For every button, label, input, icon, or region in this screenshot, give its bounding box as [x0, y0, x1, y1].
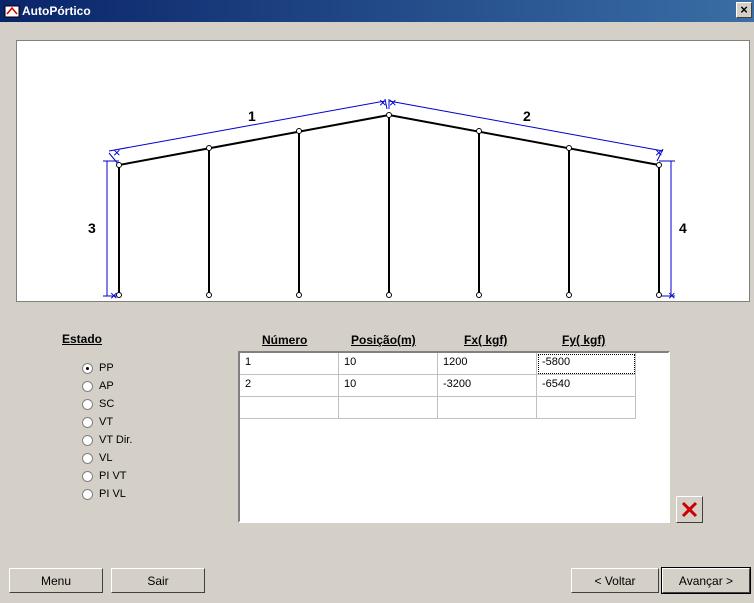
member-label-1: 1 — [248, 108, 256, 124]
radio-button[interactable] — [82, 434, 93, 446]
radio-button[interactable] — [82, 470, 93, 482]
table-cell[interactable]: -3200 — [438, 375, 537, 397]
close-button[interactable]: × — [736, 2, 752, 18]
member-label-2: 2 — [523, 108, 531, 124]
table-cell-empty[interactable] — [537, 397, 636, 419]
radio-vt-dir[interactable]: VT Dir. — [82, 433, 132, 447]
cross-mark: × — [113, 145, 121, 160]
radio-label: SC — [99, 398, 115, 410]
radio-label: VL — [99, 452, 113, 464]
header-fx: Fx( kgf) — [464, 333, 508, 347]
table-cell[interactable]: 1200 — [438, 353, 537, 375]
radio-button[interactable] — [82, 488, 93, 500]
radio-label: PP — [99, 362, 114, 374]
radio-label: PI VT — [99, 470, 127, 482]
radio-label: VT — [99, 416, 114, 428]
header-posicao: Posição(m) — [351, 333, 416, 347]
title-bar: AutoPórtico × — [0, 0, 754, 22]
radio-sc[interactable]: SC — [82, 397, 114, 411]
member-label-3: 3 — [88, 220, 96, 236]
loads-table[interactable]: 1 10 1200 -5800 2 10 -3200 -6540 — [238, 351, 670, 523]
cross-mark: × — [389, 95, 397, 110]
radio-pp[interactable]: PP — [82, 361, 114, 375]
sair-button[interactable]: Sair — [111, 568, 205, 593]
table-cell[interactable]: 10 — [339, 353, 438, 375]
radio-button[interactable] — [82, 452, 93, 464]
frame-diagram: × × × × × × 1 2 3 4 — [16, 40, 750, 303]
radio-button[interactable] — [82, 416, 93, 428]
avancar-button[interactable]: Avançar > — [661, 567, 751, 594]
table-cell-empty[interactable] — [438, 397, 537, 419]
radio-ap[interactable]: AP — [82, 379, 114, 393]
estado-title: Estado — [62, 332, 103, 346]
radio-vt[interactable]: VT — [82, 415, 113, 429]
radio-label: VT Dir. — [99, 434, 133, 446]
frame-svg: × × × × × × 1 2 3 4 — [88, 95, 687, 303]
table-cell-empty[interactable] — [240, 397, 339, 419]
cross-mark: × — [379, 95, 387, 110]
dim-line-1 — [108, 100, 386, 152]
voltar-button[interactable]: < Voltar — [571, 568, 659, 593]
radio-label: PI VL — [99, 488, 126, 500]
table-cell[interactable]: 1 — [240, 353, 339, 375]
cross-mark: × — [655, 145, 663, 160]
member-label-4: 4 — [679, 220, 687, 236]
radio-button[interactable] — [82, 362, 93, 374]
header-numero: Número — [262, 333, 308, 347]
header-fy: Fy( kgf) — [562, 333, 606, 347]
radio-pi-vt[interactable]: PI VT — [82, 469, 127, 483]
radio-button[interactable] — [82, 398, 93, 410]
app-icon — [4, 5, 20, 18]
radio-vl[interactable]: VL — [82, 451, 112, 465]
delete-row-button[interactable] — [676, 496, 703, 523]
radio-label: AP — [99, 380, 114, 392]
cross-mark: × — [668, 288, 676, 303]
dimension-crosses: × × × × × × — [110, 95, 676, 303]
table-cell-empty[interactable] — [339, 397, 438, 419]
frame-members — [118, 113, 660, 294]
table-cell[interactable]: -6540 — [537, 375, 636, 397]
table-cell[interactable]: 10 — [339, 375, 438, 397]
radio-button[interactable] — [82, 380, 93, 392]
table-cell[interactable]: 2 — [240, 375, 339, 397]
delete-x-icon — [681, 501, 698, 518]
table-cell[interactable]: -5800 — [537, 353, 636, 375]
radio-pi-vl[interactable]: PI VL — [82, 487, 126, 501]
window-title: AutoPórtico — [22, 4, 91, 18]
menu-button[interactable]: Menu — [9, 568, 103, 593]
